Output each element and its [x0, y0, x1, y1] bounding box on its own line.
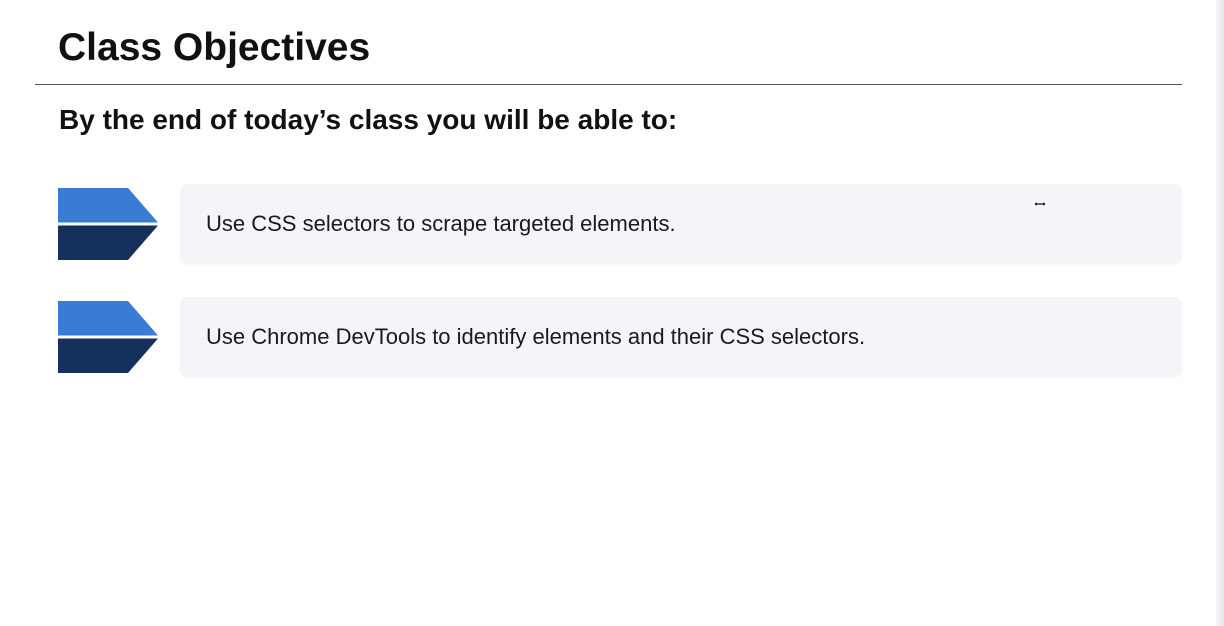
- objective-item: Use CSS selectors to scrape targeted ele…: [58, 184, 1182, 266]
- slide-title: Class Objectives: [58, 26, 371, 69]
- chevron-arrow-icon: [58, 188, 158, 260]
- window-edge: [1216, 0, 1224, 626]
- slide-subtitle: By the end of today’s class you will be …: [59, 104, 678, 135]
- objective-text: Use Chrome DevTools to identify elements…: [206, 324, 866, 349]
- chevron-top-half: [58, 301, 158, 336]
- title-divider: [35, 84, 1182, 85]
- objective-item: Use Chrome DevTools to identify elements…: [58, 297, 1182, 379]
- objective-card: Use Chrome DevTools to identify elements…: [180, 297, 1182, 377]
- chevron-arrow-icon: [58, 301, 158, 373]
- objective-card: Use CSS selectors to scrape targeted ele…: [180, 184, 1182, 264]
- presentation-slide: Class Objectives By the end of today’s c…: [0, 0, 1224, 626]
- objective-text: Use CSS selectors to scrape targeted ele…: [206, 211, 676, 236]
- chevron-top-half: [58, 188, 158, 223]
- resize-horizontal-cursor-icon: [1033, 200, 1047, 208]
- chevron-bottom-half: [58, 338, 158, 373]
- chevron-bottom-half: [58, 225, 158, 260]
